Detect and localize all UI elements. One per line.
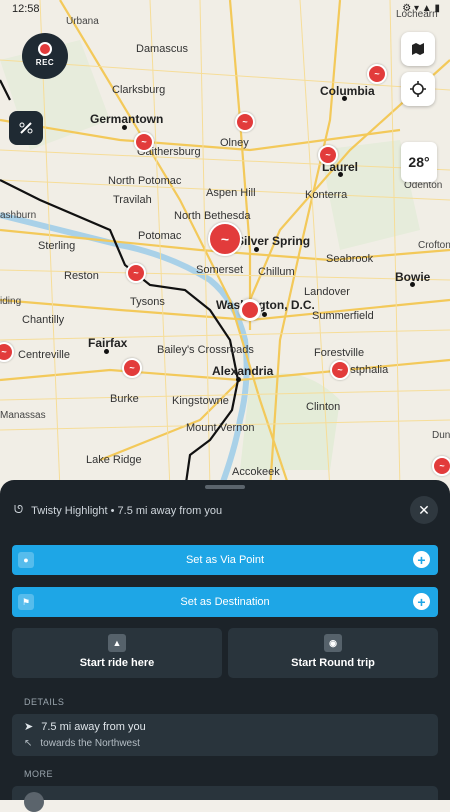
twisty-pin[interactable]: ~ [235, 112, 255, 132]
distance-text: 7.5 mi away from you [41, 720, 146, 733]
twisty-icon: ᘎ [14, 504, 24, 516]
place-landover: Landover [304, 286, 350, 298]
direction-row: ↖ towards the Northwest [24, 738, 140, 749]
distance-row: ➤ 7.5 mi away from you [24, 720, 146, 734]
status-time: 12:58 [12, 3, 40, 15]
twisty-pin[interactable]: ~ [318, 145, 338, 165]
place-baileys-crossroads: Bailey's Crossroads [157, 344, 254, 356]
slash-percent-icon [19, 122, 33, 134]
navigation-arrow-icon: ➤ [24, 721, 34, 733]
place-north-bethesda: North Bethesda [174, 210, 251, 222]
map-icon [412, 43, 424, 55]
place-olney: Olney [220, 137, 249, 149]
status-bar: 12:58 ⚙ ▾ ▲ ▮ [0, 0, 450, 18]
place-alexandria: Alexandria [212, 364, 274, 378]
place-forestville: Forestville [314, 347, 365, 359]
twisty-pin[interactable]: ~ [432, 456, 450, 476]
place-lake-ridge: Lake Ridge [86, 454, 142, 466]
place-seabrook: Seabrook [326, 253, 374, 265]
start-ride-here-button[interactable]: ▲ Start ride here [12, 628, 222, 678]
place-north-potomac: North Potomac [108, 175, 182, 187]
place-dun-partial: Dun [432, 430, 450, 441]
details-heading: DETAILS [24, 697, 65, 707]
place-sterling: Sterling [38, 240, 76, 252]
close-button[interactable]: ✕ [410, 496, 438, 524]
selected-twisty-pin[interactable]: ~ [208, 222, 242, 256]
plus-icon: + [413, 551, 430, 568]
start-ride-label: Start ride here [79, 657, 155, 669]
destination-label: Set as Destination [180, 596, 270, 608]
twisty-pin[interactable]: ~ [330, 360, 350, 380]
place-kingstowne: Kingstowne [172, 395, 229, 407]
weather-temperature[interactable]: 28° [401, 142, 437, 182]
place-centreville: Centreville [18, 349, 70, 361]
map-layers-button[interactable] [401, 32, 435, 66]
place-potomac: Potomac [138, 230, 182, 242]
toggle-auto-zoom-button[interactable] [9, 111, 43, 145]
place-burke: Burke [110, 393, 139, 405]
place-fairfax: Fairfax [88, 336, 128, 350]
crosshair-icon [410, 81, 426, 97]
plus-icon: + [413, 593, 430, 610]
place-crofton: Crofton [418, 240, 450, 251]
recenter-button[interactable] [401, 72, 435, 106]
map-view[interactable]: Germantown Columbia Laurel Bowie Fairfax… [0, 0, 450, 490]
place-leesburg-partial: iding [0, 296, 22, 307]
place-ashburn: ashburn [0, 210, 37, 221]
place-tysons: Tysons [130, 296, 165, 308]
details-card: ➤ 7.5 mi away from you ↖ towards the Nor… [12, 714, 438, 756]
place-damascus: Damascus [136, 43, 188, 55]
current-location-marker [239, 299, 261, 321]
place-columbia: Columbia [320, 84, 375, 98]
sheet-header: ᘎ Twisty Highlight • 7.5 mi away from yo… [14, 504, 222, 517]
place-washington-dc: Washington, D.C. [216, 298, 315, 312]
place-clinton: Clinton [306, 401, 341, 413]
via-label: Set as Via Point [185, 554, 265, 566]
place-aspen-hill: Aspen Hill [206, 187, 256, 199]
drag-handle[interactable] [205, 485, 245, 489]
round-trip-icon: ◉ [324, 634, 342, 652]
direction-text: towards the Northwest [40, 738, 140, 749]
status-icons: ⚙ ▾ ▲ ▮ [402, 3, 440, 14]
place-manassas: Manassas [0, 410, 46, 421]
record-button[interactable]: REC [22, 33, 68, 79]
avatar [24, 792, 44, 812]
flag-icon: ⚑ [18, 594, 34, 610]
twisty-pin[interactable]: ~ [122, 358, 142, 378]
place-chantilly: Chantilly [22, 314, 65, 326]
close-icon: ✕ [418, 501, 430, 518]
place-silver-spring: Silver Spring [236, 234, 311, 248]
place-germantown: Germantown [90, 112, 164, 126]
place-accokeek: Accokeek [232, 466, 280, 478]
twisty-pin[interactable]: ~ [126, 263, 146, 283]
place-konterra: Konterra [305, 189, 348, 201]
set-destination-button[interactable]: ⚑ Set as Destination + [12, 587, 438, 617]
record-label: REC [35, 58, 55, 67]
place-clarksburg: Clarksburg [112, 84, 166, 96]
navigate-arrow-icon: ▲ [108, 634, 126, 652]
record-icon [38, 42, 52, 56]
twisty-pin[interactable]: ~ [134, 132, 154, 152]
place-reston: Reston [64, 270, 99, 282]
place-summerfield: Summerfield [312, 310, 374, 322]
sheet-title: Twisty Highlight • 7.5 mi away from you [31, 504, 223, 517]
place-mount-vernon: Mount Vernon [186, 422, 255, 434]
start-round-trip-button[interactable]: ◉ Start Round trip [228, 628, 438, 678]
more-heading: MORE [24, 769, 53, 779]
twisty-pin[interactable]: ~ [367, 64, 387, 84]
round-trip-label: Start Round trip [291, 657, 375, 669]
set-via-point-button[interactable]: ● Set as Via Point + [12, 545, 438, 575]
more-card[interactable] [12, 786, 438, 812]
place-travilah: Travilah [113, 194, 152, 206]
place-somerset: Somerset [196, 264, 244, 276]
northwest-arrow-icon: ↖ [24, 738, 33, 749]
pin-icon: ● [18, 552, 34, 568]
place-chillum: Chillum [258, 266, 295, 278]
